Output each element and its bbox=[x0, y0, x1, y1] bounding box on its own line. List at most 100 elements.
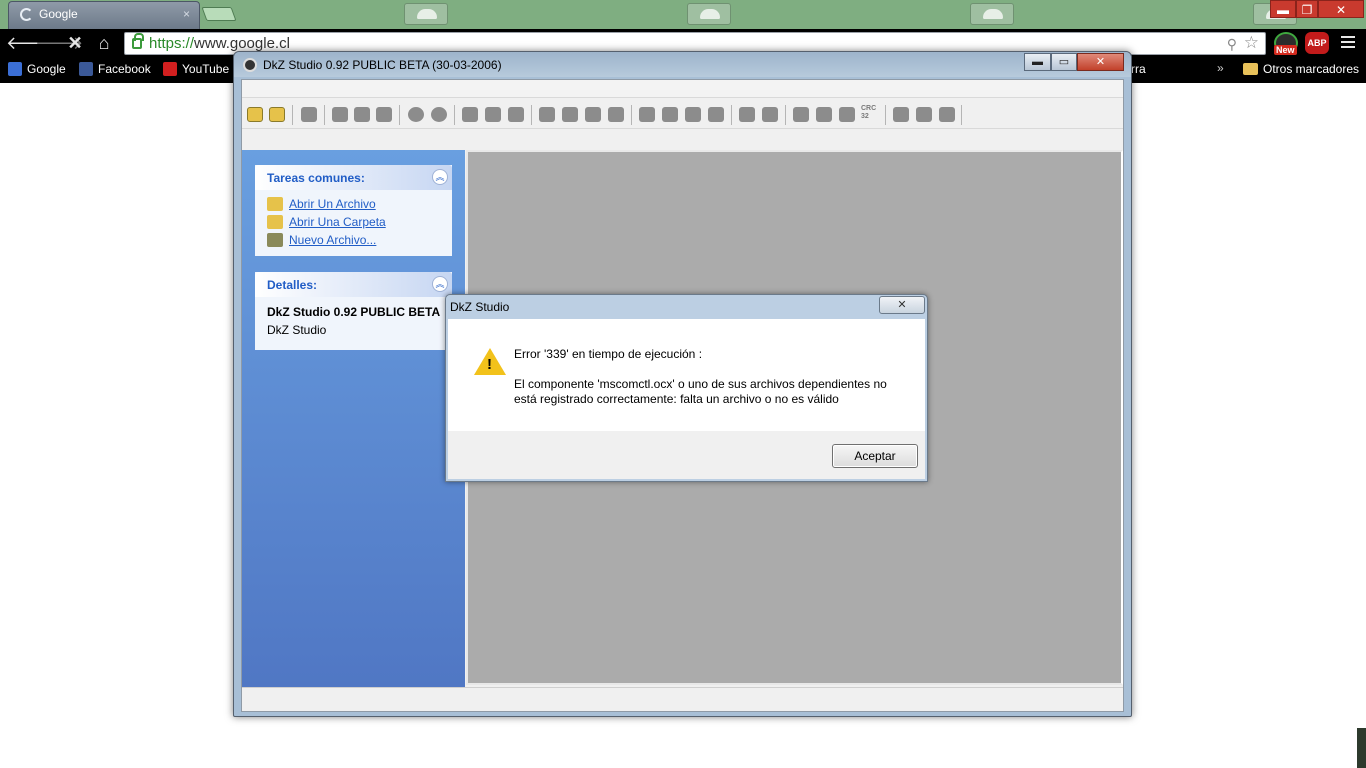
new-badge: New bbox=[1274, 45, 1297, 55]
browser-minimize-button[interactable]: ▬ bbox=[1270, 0, 1296, 18]
error-message-title: Error '339' en tiempo de ejecución : bbox=[514, 347, 703, 361]
details-panel: Detalles: ︽ DkZ Studio 0.92 PUBLIC BETA … bbox=[255, 272, 452, 350]
warning-icon: ! bbox=[474, 348, 506, 375]
extract-icon[interactable] bbox=[839, 107, 855, 122]
bookmark-facebook[interactable]: Facebook bbox=[79, 62, 151, 76]
join-icon[interactable] bbox=[816, 107, 832, 122]
hexagon-icon[interactable] bbox=[408, 107, 424, 122]
url-scheme: https:// bbox=[149, 35, 195, 52]
collapse-chevron-icon[interactable]: ︽ bbox=[432, 276, 448, 292]
horizontal-layout-icon[interactable] bbox=[916, 107, 932, 122]
error-dialog: DkZ Studio ✕ ! Error '339' en tiempo de … bbox=[445, 294, 928, 482]
dialog-footer: Aceptar bbox=[448, 431, 925, 479]
collapse-chevron-icon[interactable]: ︽ bbox=[432, 169, 448, 185]
ssl-lock-icon bbox=[132, 33, 144, 49]
disk-icon[interactable] bbox=[301, 107, 317, 122]
open-file-icon[interactable] bbox=[247, 107, 263, 122]
back-arrow-icon[interactable]: 🡐 bbox=[6, 32, 54, 54]
pack-icon[interactable] bbox=[462, 107, 478, 122]
toolbar-separator bbox=[324, 105, 325, 125]
open-folder-link[interactable]: Abrir Una Carpeta bbox=[255, 213, 452, 231]
details-subtitle: DkZ Studio bbox=[267, 323, 327, 337]
search-icon[interactable]: ⚲ bbox=[1227, 36, 1237, 53]
bookmark-google[interactable]: Google bbox=[8, 62, 66, 76]
app-minimize-button[interactable]: ▬ bbox=[1024, 53, 1051, 71]
vertical-layout-icon[interactable] bbox=[939, 107, 955, 122]
extension-new-icon[interactable]: New bbox=[1274, 32, 1298, 55]
file-icon[interactable] bbox=[332, 107, 348, 122]
url-host: www.google.cl bbox=[194, 35, 290, 52]
app-toolbar: CRC 32 bbox=[242, 99, 1123, 129]
common-tasks-title: Tareas comunes: bbox=[267, 171, 365, 185]
tab-title: Google bbox=[39, 7, 78, 21]
hexagon-icon[interactable] bbox=[431, 107, 447, 122]
dialog-close-button[interactable]: ✕ bbox=[879, 296, 925, 314]
theme-decoration-icon bbox=[970, 3, 1014, 25]
tool-icon[interactable] bbox=[762, 107, 778, 122]
browser-menu-icon[interactable] bbox=[1341, 36, 1355, 51]
file-edit-icon[interactable] bbox=[354, 107, 370, 122]
loading-spinner-icon bbox=[20, 8, 33, 21]
page-icon[interactable] bbox=[685, 107, 701, 122]
stop-loading-icon[interactable]: ✕ bbox=[64, 32, 86, 54]
new-tab-button[interactable] bbox=[201, 7, 237, 21]
new-file-icon bbox=[267, 233, 283, 247]
convert-icon[interactable] bbox=[539, 107, 555, 122]
window-icon[interactable] bbox=[893, 107, 909, 122]
page-icon[interactable] bbox=[662, 107, 678, 122]
details-name: DkZ Studio 0.92 PUBLIC BETA bbox=[267, 305, 441, 319]
app-close-button[interactable]: ✕ bbox=[1077, 53, 1124, 71]
common-tasks-panel: Tareas comunes: ︽ Abrir Un Archivo Abrir… bbox=[255, 165, 452, 256]
page-scrollbar[interactable] bbox=[1357, 728, 1366, 768]
browser-close-button[interactable]: ✕ bbox=[1318, 0, 1364, 18]
accept-button[interactable]: Aceptar bbox=[832, 444, 918, 468]
toolbar-separator bbox=[631, 105, 632, 125]
app-menubar bbox=[242, 80, 1123, 98]
browser-restore-button[interactable]: ❐ bbox=[1296, 0, 1318, 18]
page-icon[interactable] bbox=[708, 107, 724, 122]
pack-icon[interactable] bbox=[485, 107, 501, 122]
youtube-favicon-icon bbox=[163, 62, 177, 76]
bookmarks-overflow-button[interactable]: » bbox=[1217, 61, 1224, 75]
theme-decoration-icon bbox=[404, 3, 448, 25]
convert-icon[interactable] bbox=[562, 107, 578, 122]
open-folder-icon[interactable] bbox=[269, 107, 285, 122]
browser-tab-strip: Google × ▬ ❐ ✕ bbox=[0, 0, 1366, 29]
home-icon[interactable]: ⌂ bbox=[93, 32, 115, 54]
url-text: https://www.google.cl bbox=[149, 35, 290, 52]
open-file-link[interactable]: Abrir Un Archivo bbox=[255, 195, 452, 213]
task-sidebar: Tareas comunes: ︽ Abrir Un Archivo Abrir… bbox=[242, 150, 465, 687]
common-tasks-list: Abrir Un Archivo Abrir Una Carpeta Nuevo… bbox=[255, 190, 452, 249]
toolbar-separator bbox=[454, 105, 455, 125]
bookmark-star-icon[interactable]: ☆ bbox=[1244, 33, 1259, 53]
app-maximize-button[interactable]: ▭ bbox=[1051, 53, 1077, 71]
tool-icon[interactable] bbox=[739, 107, 755, 122]
tab-google[interactable]: Google × bbox=[8, 1, 200, 29]
theme-decoration-icon bbox=[687, 3, 731, 25]
app-titlebar[interactable]: DkZ Studio 0.92 PUBLIC BETA (30-03-2006)… bbox=[234, 52, 1131, 77]
app-statusbar bbox=[242, 687, 1123, 711]
page-icon[interactable] bbox=[639, 107, 655, 122]
details-title: Detalles: bbox=[267, 278, 318, 292]
toolbar-separator bbox=[785, 105, 786, 125]
toolbar-separator bbox=[531, 105, 532, 125]
crc32-icon[interactable]: CRC 32 bbox=[861, 105, 881, 121]
new-file-link[interactable]: Nuevo Archivo... bbox=[255, 231, 452, 249]
pack-icon[interactable] bbox=[508, 107, 524, 122]
tab-close-icon[interactable]: × bbox=[183, 7, 190, 21]
other-bookmarks-folder[interactable]: Otros marcadores bbox=[1243, 62, 1359, 76]
bookmark-youtube[interactable]: YouTube bbox=[163, 62, 229, 76]
common-tasks-header[interactable]: Tareas comunes: ︽ bbox=[255, 165, 452, 190]
facebook-favicon-icon bbox=[79, 62, 93, 76]
open-folder-icon bbox=[267, 215, 283, 229]
bookmark-partial[interactable]: rra bbox=[1131, 62, 1146, 76]
adblock-plus-icon[interactable]: ABP bbox=[1305, 32, 1329, 54]
split-icon[interactable] bbox=[793, 107, 809, 122]
convert-icon[interactable] bbox=[585, 107, 601, 122]
forward-arrow-icon[interactable]: 🡒 bbox=[35, 32, 83, 54]
dialog-body: ! Error '339' en tiempo de ejecución : E… bbox=[448, 319, 925, 431]
open-file-icon bbox=[267, 197, 283, 211]
convert-icon[interactable] bbox=[608, 107, 624, 122]
file-copy-icon[interactable] bbox=[376, 107, 392, 122]
details-header[interactable]: Detalles: ︽ bbox=[255, 272, 452, 297]
